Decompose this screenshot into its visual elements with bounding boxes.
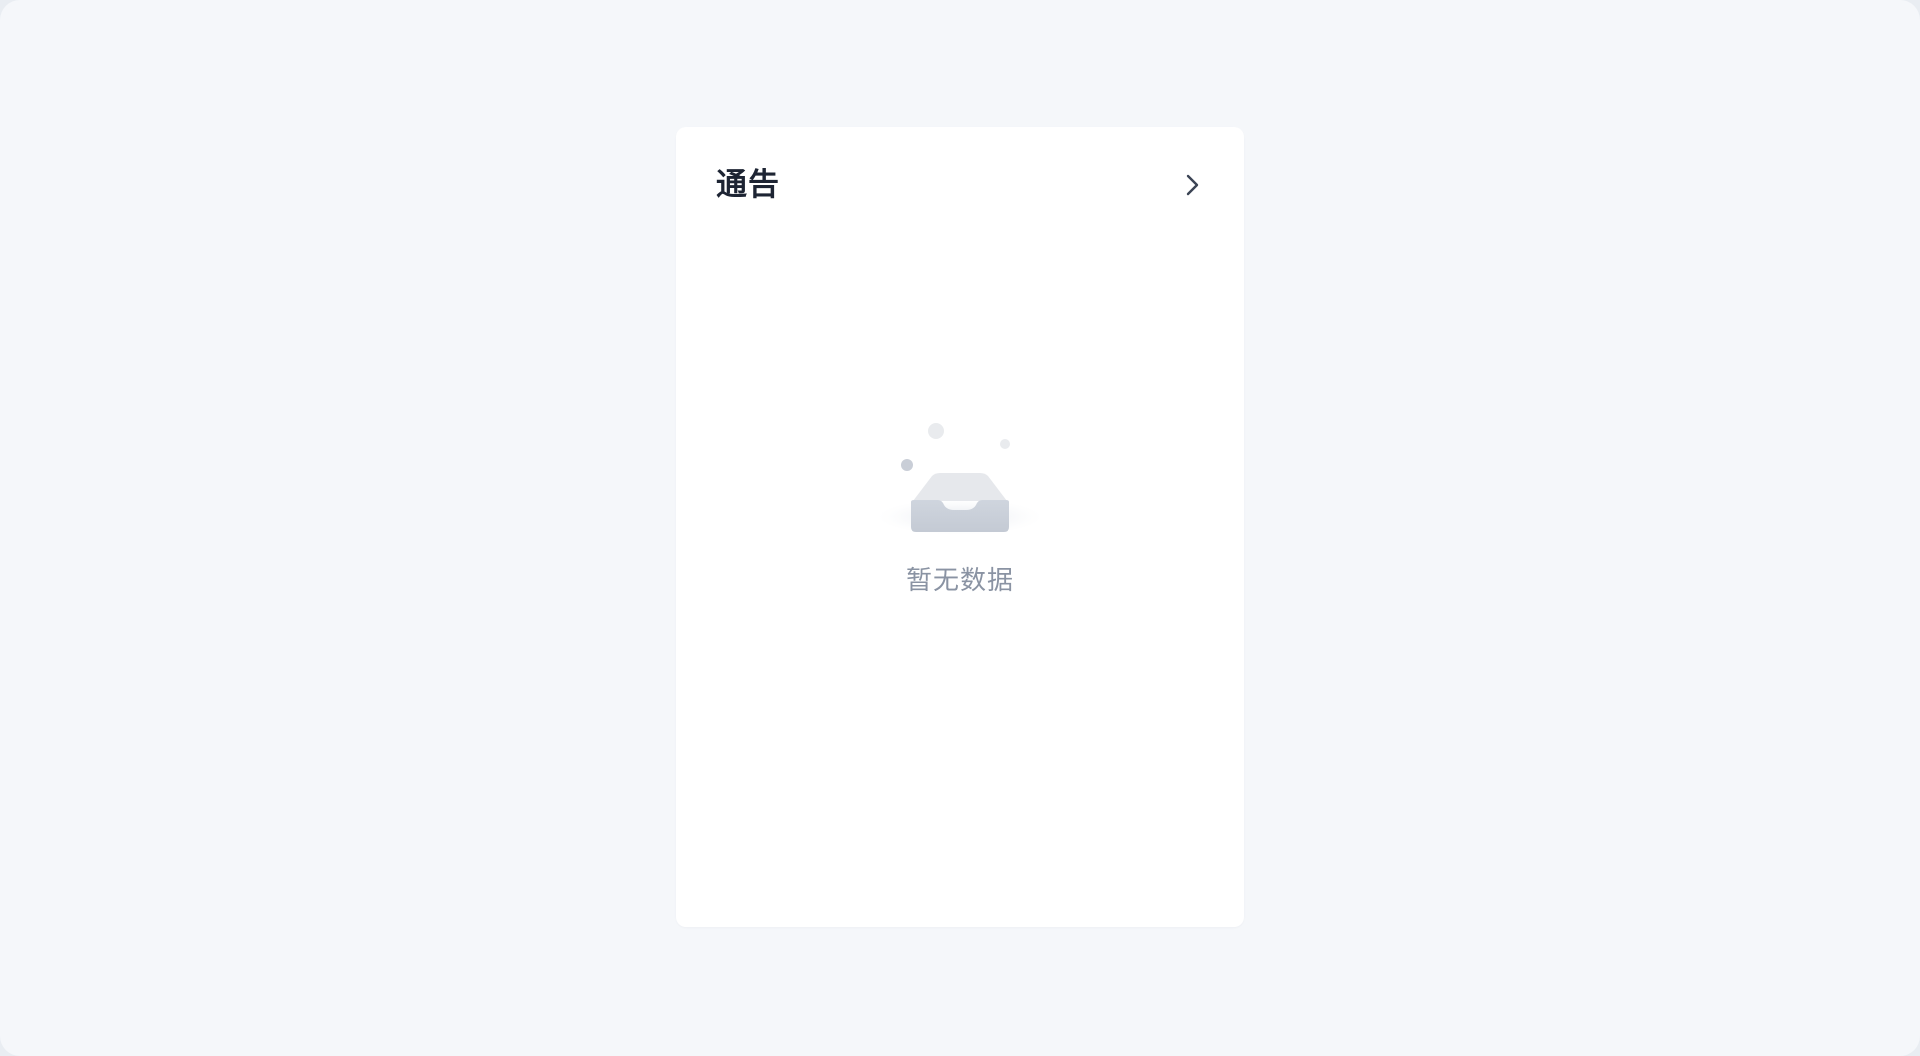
empty-message: 暂无数据 — [905, 566, 1014, 596]
empty-inbox-icon — [878, 423, 1042, 535]
page-background: 通告 暂无数据 — [0, 0, 1920, 1056]
empty-state: 暂无数据 — [676, 417, 1244, 599]
chevron-right-icon — [1186, 174, 1199, 196]
notice-card: 通告 暂无数据 — [676, 127, 1244, 927]
more-button[interactable] — [1172, 165, 1212, 205]
card-title: 通告 — [716, 167, 780, 203]
card-header: 通告 — [716, 163, 1204, 207]
